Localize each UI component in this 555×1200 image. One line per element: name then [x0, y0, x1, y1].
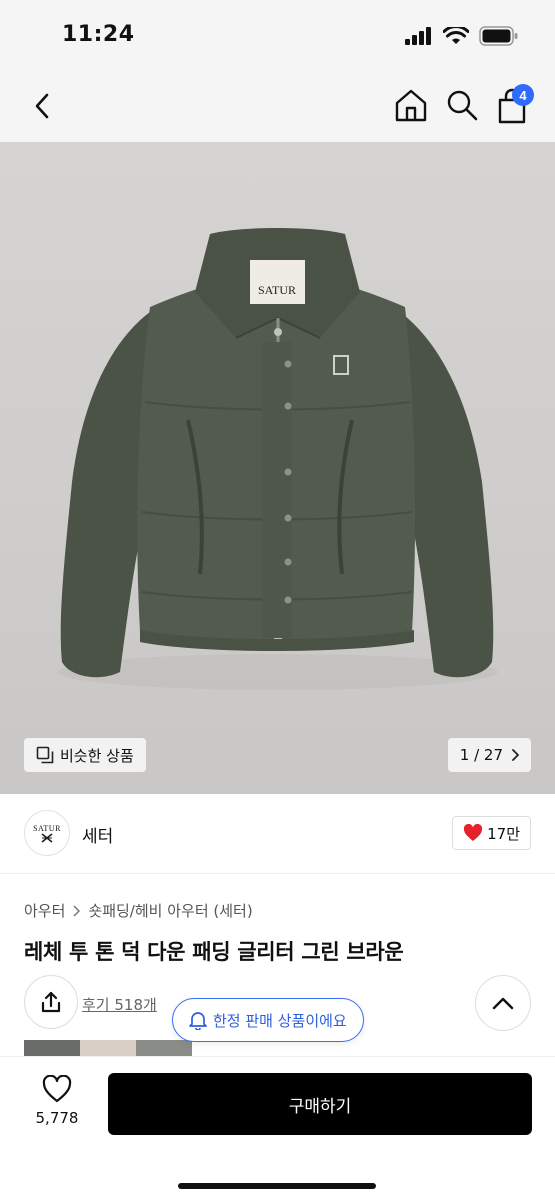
chevron-right-icon — [73, 904, 81, 917]
page-indicator-text: 1 / 27 — [459, 746, 503, 764]
cart-button[interactable]: 4 — [494, 84, 534, 124]
brand-like-count: 17만 — [487, 824, 520, 843]
bottom-purchase-bar: 5,778 구매하기 — [0, 1056, 555, 1200]
wishlist-button[interactable]: 5,778 — [26, 1075, 88, 1127]
brand-monogram-icon — [41, 832, 53, 843]
brand-logo-text: SATUR — [33, 823, 61, 833]
signal-icon — [405, 27, 431, 45]
collar-label-text: SATUR — [258, 283, 296, 297]
top-nav-bar: 4 — [0, 70, 555, 142]
limited-sale-notice[interactable]: 한정 판매 상품이에요 — [172, 998, 364, 1042]
similar-products-label: 비슷한 상품 — [60, 746, 134, 765]
brand-logo[interactable]: SATUR — [24, 810, 70, 856]
cart-count-badge: 4 — [512, 84, 534, 106]
image-page-indicator[interactable]: 1 / 27 — [447, 738, 531, 772]
brand-like-button[interactable]: 17만 — [452, 816, 531, 850]
breadcrumb-category[interactable]: 아우터 — [24, 900, 65, 921]
back-arrow-icon — [35, 93, 49, 119]
scroll-to-top-button[interactable] — [475, 975, 531, 1031]
status-bar: 11:24 — [0, 0, 555, 70]
breadcrumb: 아우터 숏패딩/헤비 아우터 (세터) — [24, 900, 253, 921]
review-link[interactable]: 후기 518개 — [82, 994, 157, 1015]
share-icon — [41, 991, 61, 1013]
back-button[interactable] — [24, 88, 60, 124]
buy-button[interactable]: 구매하기 — [108, 1073, 532, 1135]
similar-products-button[interactable]: 비슷한 상품 — [24, 738, 146, 772]
chevron-up-icon — [492, 997, 514, 1010]
heart-outline-icon — [42, 1075, 72, 1103]
battery-icon — [479, 26, 518, 46]
limited-sale-label: 한정 판매 상품이에요 — [213, 1011, 347, 1030]
wishlist-count: 5,778 — [35, 1109, 79, 1127]
chevron-right-icon — [512, 749, 519, 761]
home-button[interactable] — [392, 86, 430, 124]
share-button[interactable] — [24, 975, 78, 1029]
home-indicator — [178, 1183, 376, 1189]
heart-filled-icon — [464, 824, 483, 841]
brand-name[interactable]: 세터 — [82, 822, 113, 847]
search-icon — [447, 90, 478, 121]
wifi-icon — [443, 27, 469, 44]
brand-row[interactable]: SATUR 세터 17만 — [0, 794, 555, 874]
jacket-photo: SATUR — [58, 228, 498, 690]
bell-icon — [189, 1012, 207, 1030]
status-time: 11:24 — [62, 22, 135, 47]
home-icon — [395, 89, 427, 122]
breadcrumb-subcategory[interactable]: 숏패딩/헤비 아우터 (세터) — [88, 900, 252, 921]
search-button[interactable] — [444, 86, 480, 124]
product-image-carousel[interactable]: SATUR 비슷한 상품 1 / 27 — [0, 142, 555, 794]
status-icons — [405, 26, 519, 46]
product-title: 레체 투 톤 덕 다운 패딩 글리터 그린 브라운 — [24, 940, 404, 964]
copy-icon — [36, 746, 54, 764]
